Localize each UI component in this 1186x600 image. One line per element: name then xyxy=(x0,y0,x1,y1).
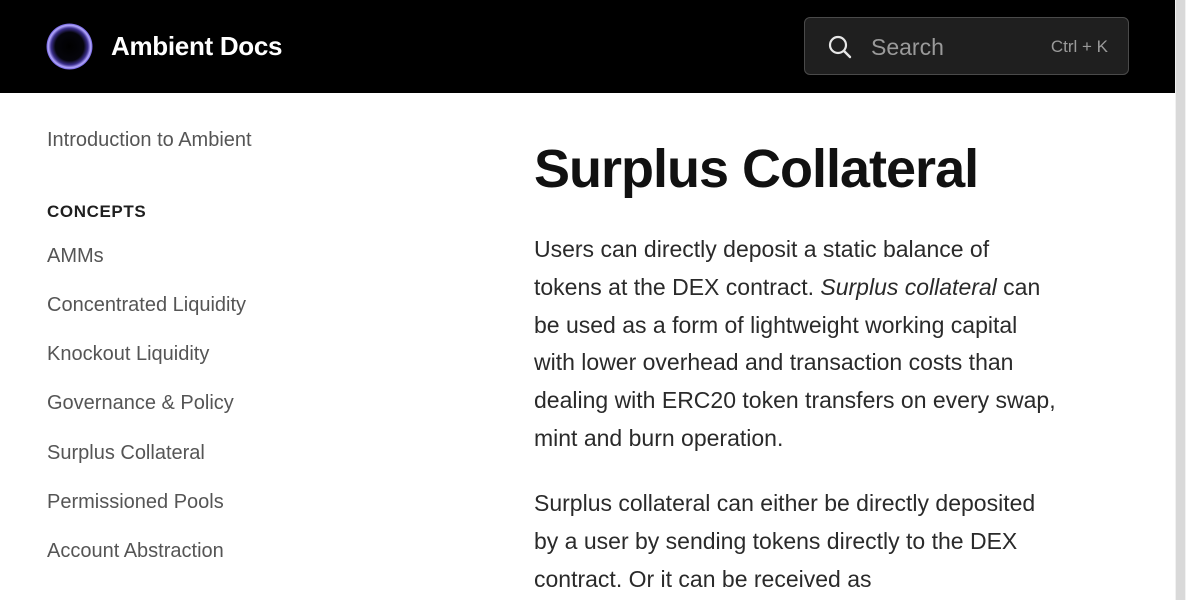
search-icon xyxy=(828,35,852,59)
top-navbar: Ambient Docs Search Ctrl + K xyxy=(0,0,1175,93)
paragraph-intro: Users can directly deposit a static bala… xyxy=(534,231,1059,458)
sidebar-item-knockout-liquidity[interactable]: Knockout Liquidity xyxy=(47,341,209,367)
search-shortcut-hint: Ctrl + K xyxy=(1050,37,1108,56)
sidebar-item-permissioned-pools[interactable]: Permissioned Pools xyxy=(47,489,224,515)
page-scrollbar[interactable] xyxy=(1175,0,1186,600)
sidebar-item-surplus-collateral[interactable]: Surplus Collateral xyxy=(47,440,205,466)
search-box[interactable]: Search Ctrl + K xyxy=(804,17,1129,75)
sidebar-item-concentrated-liquidity[interactable]: Concentrated Liquidity xyxy=(47,292,246,318)
sidebar-item-amms[interactable]: AMMs xyxy=(47,243,104,269)
paragraph-intro-text-end: can be used as a form of lightweight wor… xyxy=(534,273,1056,451)
sidebar-item-account-abstraction[interactable]: Account Abstraction xyxy=(47,538,224,564)
paragraph-deposit: Surplus collateral can either be directl… xyxy=(534,490,1036,592)
sidebar-section-heading: CONCEPTS xyxy=(47,202,147,221)
site-title[interactable]: Ambient Docs xyxy=(111,30,283,62)
sidebar-item-governance-policy[interactable]: Governance & Policy xyxy=(47,390,234,416)
scrollbar-thumb[interactable] xyxy=(1176,0,1185,600)
ambient-logo-icon[interactable] xyxy=(46,23,93,70)
page-title: Surplus Collateral xyxy=(534,139,979,199)
emphasis-surplus-collateral: Surplus collateral xyxy=(820,273,997,300)
search-placeholder: Search xyxy=(871,34,944,60)
sidebar-nav: Introduction to Ambient CONCEPTS AMMs Co… xyxy=(0,93,470,600)
sidebar-item-introduction[interactable]: Introduction to Ambient xyxy=(47,127,252,153)
